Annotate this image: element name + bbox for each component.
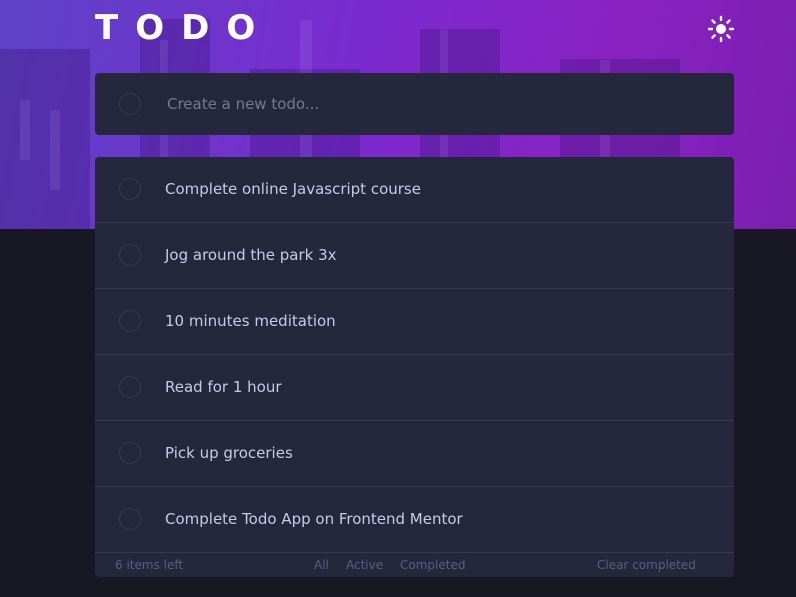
sun-icon [707, 15, 735, 43]
filter-active[interactable]: Active [346, 558, 383, 572]
todo-text: Pick up groceries [165, 444, 293, 462]
clear-completed-button[interactable]: Clear completed [597, 558, 696, 572]
items-left-count: 6 items left [115, 558, 184, 572]
todo-check-circle[interactable] [119, 310, 141, 332]
todo-check-circle[interactable] [119, 376, 141, 398]
todo-check-circle[interactable] [119, 508, 141, 530]
todo-item[interactable]: 10 minutes meditation [95, 289, 734, 355]
todo-item[interactable]: Complete Todo App on Frontend Mentor [95, 487, 734, 553]
filter-all[interactable]: All [314, 558, 329, 572]
theme-toggle-button[interactable] [706, 14, 736, 44]
todo-check-circle[interactable] [119, 442, 141, 464]
todo-item[interactable]: Read for 1 hour [95, 355, 734, 421]
todo-item[interactable]: Pick up groceries [95, 421, 734, 487]
todo-item[interactable]: Complete online Javascript course [95, 157, 734, 223]
filter-completed[interactable]: Completed [400, 558, 465, 572]
todo-list: Complete online Javascript course Jog ar… [95, 157, 734, 577]
app-title: TODO [95, 8, 273, 48]
todo-text: Jog around the park 3x [165, 246, 337, 264]
todo-footer: 6 items left All Active Completed Clear … [95, 553, 734, 577]
todo-text: 10 minutes meditation [165, 312, 336, 330]
todo-check-circle[interactable] [119, 178, 141, 200]
todo-item[interactable]: Jog around the park 3x [95, 223, 734, 289]
todo-text: Complete Todo App on Frontend Mentor [165, 510, 463, 528]
todo-text: Read for 1 hour [165, 378, 282, 396]
new-todo-input[interactable] [167, 73, 707, 135]
new-todo-bar [95, 73, 734, 135]
todo-check-circle[interactable] [119, 244, 141, 266]
todo-text: Complete online Javascript course [165, 180, 421, 198]
new-todo-check-circle [119, 93, 141, 115]
